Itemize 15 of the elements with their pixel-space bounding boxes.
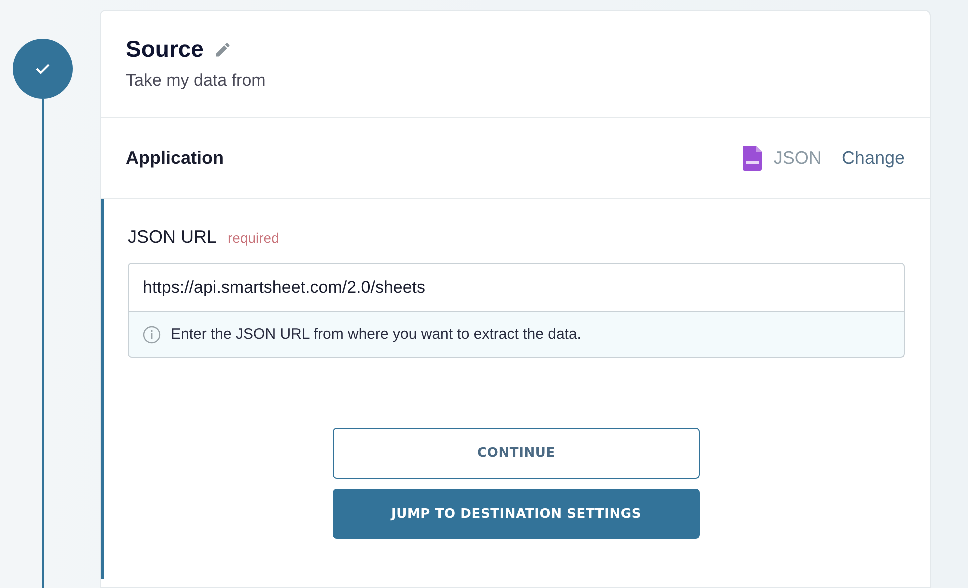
card-title: Source (126, 36, 204, 63)
application-name: JSON (774, 148, 822, 168)
info-icon (143, 326, 161, 344)
required-tag: required (228, 230, 280, 246)
pencil-icon[interactable] (214, 40, 232, 58)
field-hint: Enter the JSON URL from where you want to extract the data. (171, 326, 582, 343)
change-link[interactable]: Change (842, 148, 905, 168)
card-subtitle: Take my data from (126, 71, 267, 91)
field-label: JSON URL (128, 227, 218, 248)
application-label: Application (126, 148, 224, 168)
url-field[interactable]: https://api.smartsheet.com/2.0/sheets (128, 263, 905, 312)
continue-button[interactable]: CONTINUE (333, 428, 700, 479)
file-icon (742, 146, 762, 170)
jump-button[interactable]: JUMP TO DESTINATION SETTINGS (333, 489, 700, 539)
checkmark-icon (35, 63, 51, 75)
